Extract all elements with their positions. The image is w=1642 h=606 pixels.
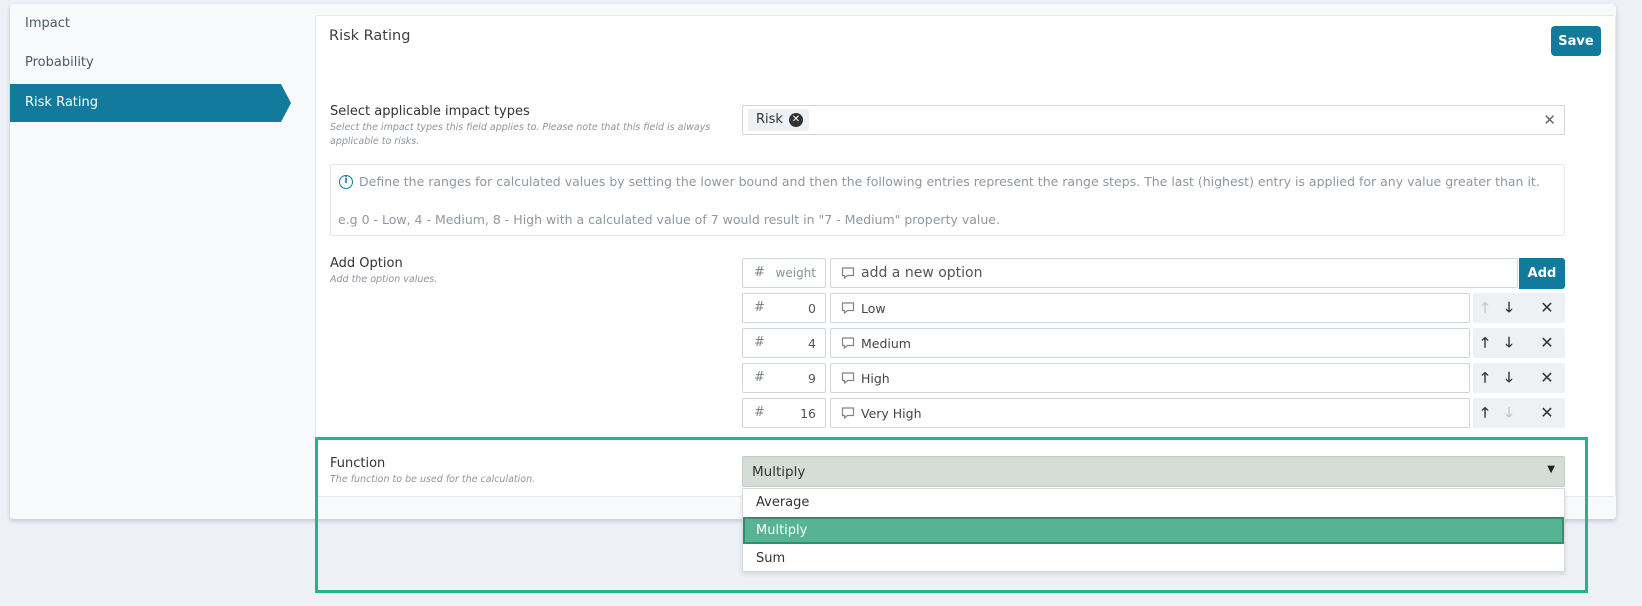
arrow-up-icon[interactable]: 🡑 <box>1477 404 1493 422</box>
caret-down-icon: ▼ <box>1547 464 1555 475</box>
weight-input[interactable]: # weight <box>742 258 826 288</box>
function-select[interactable]: Multiply ▼ <box>742 456 1565 487</box>
arrow-down-icon[interactable]: 🡓 <box>1501 334 1517 352</box>
arrow-up-icon[interactable]: 🡑 <box>1477 369 1493 387</box>
option-actions-2: 🡑 🡓 ✕ <box>1473 363 1565 393</box>
option-actions-1: 🡑 🡓 ✕ <box>1473 328 1565 358</box>
comment-icon <box>841 337 855 350</box>
weight-value: 16 <box>800 406 816 421</box>
weight-placeholder: weight <box>775 266 816 280</box>
dropdown-option-multiply[interactable]: Multiply <box>743 517 1564 544</box>
sidebar-item-impact[interactable]: Impact <box>10 5 281 43</box>
option-weight-2[interactable]: #9 <box>742 363 826 393</box>
option-weight-1[interactable]: #4 <box>742 328 826 358</box>
add-option-button[interactable]: Add <box>1519 258 1565 289</box>
hash-icon: # <box>754 335 765 350</box>
delete-icon[interactable]: ✕ <box>1539 334 1555 352</box>
sidebar-item-risk-rating[interactable]: Risk Rating <box>10 84 291 122</box>
hash-icon: # <box>754 370 765 385</box>
comment-icon <box>841 267 855 280</box>
weight-value: 0 <box>808 301 816 316</box>
option-weight-3[interactable]: #16 <box>742 398 826 428</box>
comment-icon <box>841 302 855 315</box>
option-actions-3: 🡑 🡓 ✕ <box>1473 398 1565 428</box>
function-help: The function to be used for the calculat… <box>330 474 536 485</box>
remove-tag-icon[interactable]: ✕ <box>788 113 803 127</box>
new-option-placeholder: add a new option <box>861 265 983 281</box>
option-actions-0: 🡑 🡓 ✕ <box>1473 293 1565 323</box>
arrow-down-icon[interactable]: 🡓 <box>1501 299 1517 317</box>
option-text-1[interactable]: Medium <box>830 328 1470 358</box>
tag-risk: Risk ✕ <box>748 109 809 131</box>
option-text: High <box>861 371 890 386</box>
option-weight-0[interactable]: #0 <box>742 293 826 323</box>
arrow-up-icon[interactable]: 🡑 <box>1477 334 1493 352</box>
option-text: Very High <box>861 406 922 421</box>
function-label: Function <box>330 456 386 471</box>
save-button[interactable]: Save <box>1551 26 1601 56</box>
hash-icon: # <box>754 405 765 420</box>
delete-icon[interactable]: ✕ <box>1539 299 1555 317</box>
impact-types-help: Select the impact types this field appli… <box>330 122 711 147</box>
page-title: Risk Rating <box>329 28 411 44</box>
tag-label: Risk <box>756 112 783 127</box>
add-option-help: Add the option values. <box>330 274 438 285</box>
hash-icon: # <box>754 300 765 315</box>
function-selected-value: Multiply <box>752 464 806 480</box>
new-option-input[interactable]: add a new option <box>830 258 1518 288</box>
arrow-up-icon: 🡑 <box>1481 300 1489 316</box>
arrow-down-icon: 🡓 <box>1505 405 1513 421</box>
comment-icon <box>841 407 855 420</box>
impact-types-label: Select applicable impact types <box>330 104 530 119</box>
add-option-label: Add Option <box>330 256 403 271</box>
weight-value: 9 <box>808 371 816 386</box>
dropdown-option-average[interactable]: Average <box>743 489 1564 516</box>
weight-value: 4 <box>808 336 816 351</box>
impact-types-input[interactable]: Risk ✕ ✕ <box>742 105 1565 135</box>
option-text-0[interactable]: Low <box>830 293 1470 323</box>
hash-icon: # <box>754 265 765 280</box>
info-example: e.g 0 - Low, 4 - Medium, 8 - High with a… <box>338 212 1000 227</box>
option-text: Medium <box>861 336 911 351</box>
option-text-3[interactable]: Very High <box>830 398 1470 428</box>
clear-icon[interactable]: ✕ <box>1543 111 1556 129</box>
sidebar-item-probability[interactable]: Probability <box>10 44 281 82</box>
delete-icon[interactable]: ✕ <box>1539 404 1555 422</box>
option-text: Low <box>861 301 886 316</box>
arrow-down-icon[interactable]: 🡓 <box>1501 369 1517 387</box>
info-icon: i <box>339 175 353 189</box>
option-text-2[interactable]: High <box>830 363 1470 393</box>
comment-icon <box>841 372 855 385</box>
delete-icon[interactable]: ✕ <box>1539 369 1555 387</box>
function-dropdown: Average Multiply Sum <box>742 488 1565 572</box>
info-box: i Define the ranges for calculated value… <box>330 164 1565 236</box>
info-text: Define the ranges for calculated values … <box>359 174 1540 189</box>
dropdown-option-sum[interactable]: Sum <box>743 545 1564 572</box>
